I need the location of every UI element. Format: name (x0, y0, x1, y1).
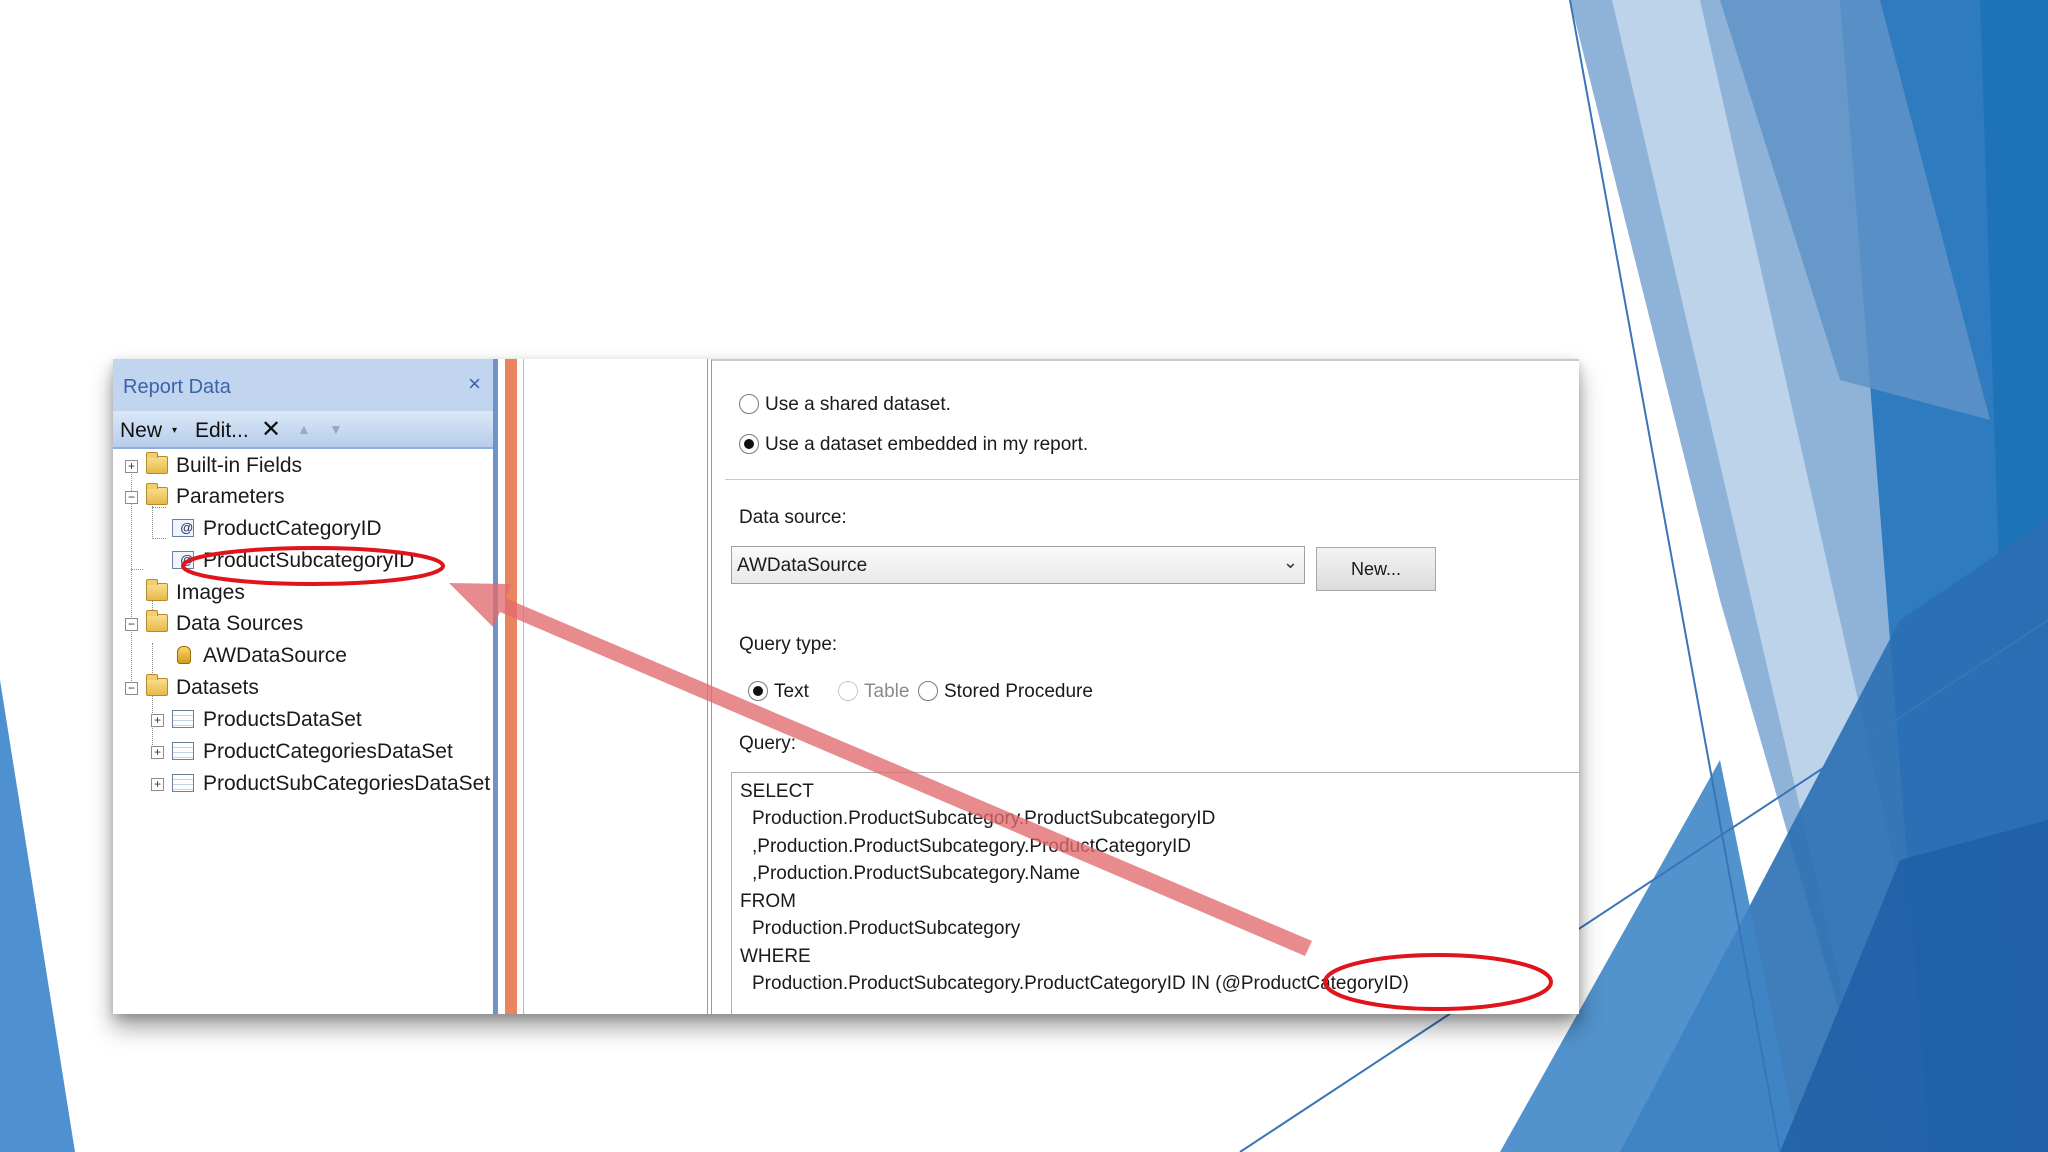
expand-icon[interactable]: + (125, 460, 138, 473)
new-data-source-button[interactable]: New... (1316, 547, 1436, 591)
section-divider (725, 479, 1579, 480)
report-data-header: Report Data × (113, 359, 493, 411)
tree-item-label: Datasets (176, 676, 259, 699)
tree-item-productcategoriesdataset[interactable]: + ProductCategoriesDataSet (113, 738, 493, 768)
query-type-table-radio (838, 681, 858, 701)
dataset-icon (172, 710, 194, 728)
tree-item-productsubcategoryid[interactable]: @ ProductSubcategoryID (113, 547, 493, 577)
query-type-text-radio[interactable] (748, 681, 768, 701)
tree-item-data-sources[interactable]: − Data Sources (113, 610, 493, 640)
tree-item-awdatasource[interactable]: AWDataSource (113, 642, 493, 672)
folder-icon (146, 483, 168, 505)
tree-item-datasets[interactable]: − Datasets (113, 674, 493, 704)
shared-dataset-radio[interactable] (739, 394, 759, 414)
tree-item-parameters[interactable]: − Parameters (113, 483, 493, 513)
tree-item-label: Parameters (176, 485, 285, 508)
parameter-icon: @ (172, 519, 194, 537)
query-line: SELECT (740, 781, 814, 802)
query-type-text-label: Text (774, 681, 809, 702)
datasource-icon (177, 646, 191, 664)
query-type-table-label: Table (864, 681, 910, 702)
folder-icon (146, 452, 168, 474)
query-line: FROM (740, 891, 796, 912)
tree-item-label: Built-in Fields (176, 454, 303, 477)
tree-item-label: ProductSubcategoryID (203, 549, 415, 572)
tree-item-images[interactable]: Images (113, 579, 493, 609)
dataset-icon (172, 742, 194, 760)
query-line: ,Production.ProductSubcategory.Name (752, 863, 1081, 884)
tree-item-label: Data Sources (176, 612, 304, 635)
collapse-icon[interactable]: − (125, 491, 138, 504)
dataset-icon (172, 774, 194, 792)
query-label: Query: (739, 733, 797, 754)
dropdown-caret-icon[interactable]: ▾ (172, 425, 177, 436)
close-icon[interactable]: × (468, 371, 481, 397)
expand-icon[interactable]: + (151, 746, 164, 759)
report-data-tree: + Built-in Fields − Parameters @ Product… (113, 452, 493, 1012)
embedded-dataset-label: Use a dataset embedded in my report. (765, 434, 1089, 455)
tree-item-productsdataset[interactable]: + ProductsDataSet (113, 706, 493, 736)
edit-button[interactable]: Edit... (195, 419, 249, 443)
folder-icon (146, 610, 168, 632)
embedded-dataset-radio[interactable] (739, 434, 759, 454)
expand-icon[interactable]: + (151, 778, 164, 791)
chevron-down-icon[interactable]: ⌄ (1283, 552, 1298, 573)
collapse-icon[interactable]: − (125, 618, 138, 631)
tree-item-label: ProductSubCategoriesDataSet (203, 772, 491, 795)
shared-dataset-label: Use a shared dataset. (765, 394, 951, 415)
new-menu-button[interactable]: New (120, 419, 162, 443)
data-source-dropdown[interactable]: AWDataSource ⌄ (731, 546, 1305, 584)
move-down-icon[interactable]: ▼ (329, 421, 343, 437)
tree-item-label: ProductCategoriesDataSet (203, 740, 453, 763)
tree-item-productcategoryid[interactable]: @ ProductCategoryID (113, 515, 493, 545)
data-source-label: Data source: (739, 507, 847, 528)
pane-splitter[interactable] (505, 359, 517, 1014)
query-type-label: Query type: (739, 634, 838, 655)
collapse-icon[interactable]: − (125, 682, 138, 695)
query-type-stored-procedure-radio[interactable] (918, 681, 938, 701)
expand-icon[interactable]: + (151, 714, 164, 727)
query-line: WHERE (740, 946, 811, 967)
query-type-stored-procedure-label: Stored Procedure (944, 681, 1093, 702)
query-line: Production.ProductSubcategory.ProductSub… (752, 808, 1216, 829)
tree-item-label: Images (176, 581, 245, 604)
tree-item-built-in-fields[interactable]: + Built-in Fields (113, 452, 493, 482)
parameter-icon: @ (172, 551, 194, 569)
tree-item-label: ProductsDataSet (203, 708, 362, 731)
move-up-icon[interactable]: ▲ (297, 421, 311, 437)
folder-icon (146, 674, 168, 696)
data-source-value: AWDataSource (737, 555, 868, 576)
report-data-title: Report Data (123, 376, 231, 398)
design-surface-pane (523, 359, 708, 1014)
tree-item-label: ProductCategoryID (203, 517, 382, 540)
tree-item-productsubcategoriesdataset[interactable]: + ProductSubCategoriesDataSet (113, 770, 493, 800)
query-line: Production.ProductSubcategory.ProductCat… (752, 973, 1409, 994)
query-line: Production.ProductSubcategory (752, 918, 1021, 939)
report-data-toolbar: New ▾ Edit... ✕ ▲ ▼ (113, 411, 493, 449)
delete-icon[interactable]: ✕ (261, 415, 281, 444)
dataset-properties-pane: Use a shared dataset. Use a dataset embe… (711, 359, 1579, 1014)
tree-item-label: AWDataSource (203, 644, 347, 667)
report-data-pane: Report Data × New ▾ Edit... ✕ ▲ ▼ + Buil… (113, 359, 498, 1014)
query-line: ,Production.ProductSubcategory.ProductCa… (752, 836, 1191, 857)
embedded-screenshot: Report Data × New ▾ Edit... ✕ ▲ ▼ + Buil… (113, 359, 1579, 1014)
folder-icon (146, 579, 168, 601)
query-editor[interactable]: SELECT Production.ProductSubcategory.Pro… (731, 772, 1579, 1014)
